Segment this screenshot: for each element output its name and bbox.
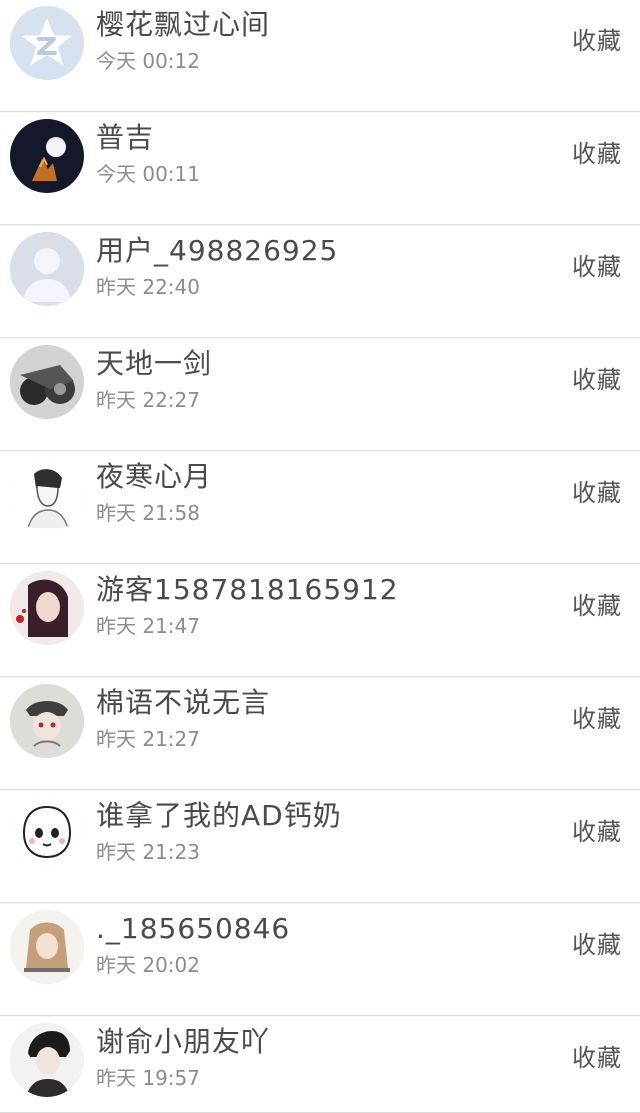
timestamp: 昨天 22:27 (96, 388, 200, 412)
timestamp: 昨天 21:58 (96, 501, 200, 525)
user-name: 棉语不说无言 (96, 686, 271, 719)
timestamp: 昨天 21:27 (96, 727, 200, 751)
list-item[interactable]: 棉语不说无言 昨天 21:27 收藏 (0, 678, 640, 790)
timestamp: 今天 00:11 (96, 162, 200, 186)
list-item[interactable]: 用户_498826925 昨天 22:40 收藏 (0, 226, 640, 338)
user-name: ._185650846 (96, 912, 291, 945)
favorite-button[interactable]: 收藏 (572, 478, 622, 508)
user-name: 谢俞小朋友吖 (96, 1025, 271, 1058)
timestamp: 昨天 21:23 (96, 840, 200, 864)
user-name: 普吉 (96, 121, 155, 154)
user-name: 樱花飘过心间 (96, 8, 271, 41)
night-moon-avatar[interactable] (10, 119, 84, 193)
qzone-star-icon[interactable] (10, 6, 84, 80)
favorite-button[interactable]: 收藏 (572, 139, 622, 169)
list-item[interactable]: 樱花飘过心间 今天 00:12 收藏 (0, 0, 640, 112)
timestamp: 昨天 22:40 (96, 275, 200, 299)
user-name: 用户_498826925 (96, 234, 339, 267)
favorite-button[interactable]: 收藏 (572, 365, 622, 395)
list-item[interactable]: 谢俞小朋友吖 昨天 19:57 收藏 (0, 1017, 640, 1113)
user-name: 夜寒心月 (96, 460, 213, 493)
timestamp: 昨天 19:57 (96, 1066, 200, 1090)
user-name: 天地一剑 (96, 347, 213, 380)
girl-portrait-avatar[interactable] (10, 571, 84, 645)
list-item[interactable]: 普吉 今天 00:11 收藏 (0, 113, 640, 225)
favorite-button[interactable]: 收藏 (572, 26, 622, 56)
user-name: 谁拿了我的AD钙奶 (96, 799, 342, 832)
list-item[interactable]: 夜寒心月 昨天 21:58 收藏 (0, 452, 640, 564)
user-list: 樱花飘过心间 今天 00:12 收藏 普吉 今天 00:11 收藏 用户_498… (0, 0, 640, 1113)
timestamp: 昨天 21:47 (96, 614, 200, 638)
favorite-button[interactable]: 收藏 (572, 704, 622, 734)
user-name: 游客1587818165912 (96, 573, 399, 606)
favorite-button[interactable]: 收藏 (572, 591, 622, 621)
default-user-icon[interactable] (10, 232, 84, 306)
list-item[interactable]: 谁拿了我的AD钙奶 昨天 21:23 收藏 (0, 791, 640, 903)
sketch-boy-avatar[interactable] (10, 458, 84, 532)
cartoon-kid-avatar[interactable] (10, 797, 84, 871)
bike-avatar[interactable] (10, 345, 84, 419)
list-item[interactable]: 游客1587818165912 昨天 21:47 收藏 (0, 565, 640, 677)
anime-girl-avatar[interactable] (10, 910, 84, 984)
favorite-button[interactable]: 收藏 (572, 930, 622, 960)
masked-character-avatar[interactable] (10, 684, 84, 758)
favorite-button[interactable]: 收藏 (572, 252, 622, 282)
timestamp: 今天 00:12 (96, 49, 200, 73)
timestamp: 昨天 20:02 (96, 953, 200, 977)
dark-hair-avatar[interactable] (10, 1023, 84, 1097)
list-item[interactable]: 天地一剑 昨天 22:27 收藏 (0, 339, 640, 451)
favorite-button[interactable]: 收藏 (572, 817, 622, 847)
favorite-button[interactable]: 收藏 (572, 1043, 622, 1073)
list-item[interactable]: ._185650846 昨天 20:02 收藏 (0, 904, 640, 1016)
